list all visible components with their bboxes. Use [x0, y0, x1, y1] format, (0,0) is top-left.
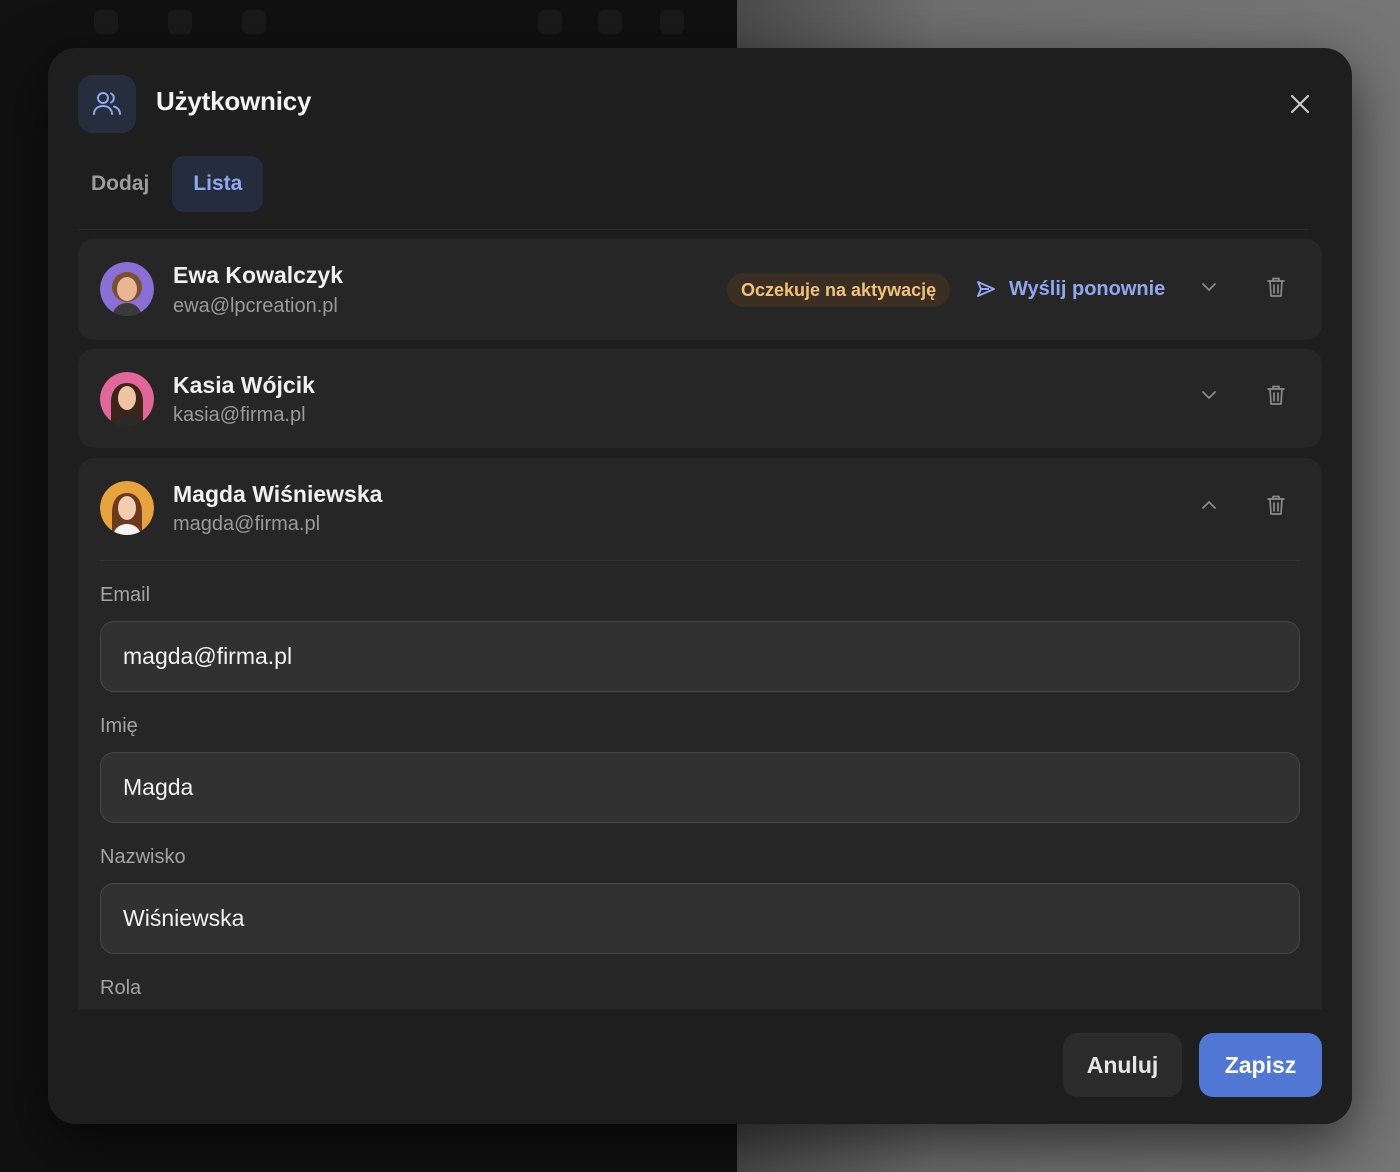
close-button[interactable]	[1282, 86, 1318, 122]
user-email: ewa@lpcreation.pl	[173, 295, 338, 317]
avatar	[100, 262, 154, 316]
first-name-label: Imię	[100, 715, 138, 737]
background-icon	[242, 10, 266, 34]
avatar	[100, 372, 154, 426]
chevron-down-icon	[1202, 283, 1216, 291]
tab-list[interactable]: Lista	[172, 156, 264, 212]
divider	[78, 229, 1308, 230]
dialog-footer: Anuluj Zapisz	[48, 1009, 1352, 1124]
email-field[interactable]	[100, 621, 1300, 692]
save-button[interactable]: Zapisz	[1199, 1033, 1322, 1097]
user-name: Kasia Wójcik	[173, 372, 315, 398]
send-icon	[977, 281, 995, 297]
trash-icon	[1267, 277, 1285, 297]
email-label: Email	[100, 584, 151, 606]
user-row-ewa[interactable]: Ewa Kowalczyk ewa@lpcreation.pl Oczekuje…	[78, 239, 1322, 340]
tab-bar: Dodaj Lista	[70, 156, 264, 212]
cancel-button[interactable]: Anuluj	[1063, 1033, 1182, 1097]
role-label: Rola	[100, 977, 142, 999]
trash-icon	[1267, 495, 1285, 515]
tab-add[interactable]: Dodaj	[70, 156, 170, 212]
chevron-up-icon	[1202, 501, 1216, 509]
background-icon	[168, 10, 192, 34]
expand-button[interactable]	[1194, 272, 1224, 302]
last-name-label: Nazwisko	[100, 846, 186, 868]
delete-user-button[interactable]	[1261, 490, 1291, 520]
background-icon	[538, 10, 562, 34]
users-dialog: Użytkownicy Dodaj Lista Ewa Kowalczyk ew…	[48, 48, 1352, 1124]
dialog-title: Użytkownicy	[156, 86, 312, 116]
background-icon	[94, 10, 118, 34]
user-name: Magda Wiśniewska	[173, 481, 383, 507]
delete-user-button[interactable]	[1261, 272, 1291, 302]
last-name-field[interactable]	[100, 883, 1300, 954]
users-icon	[78, 75, 136, 133]
resend-invite-button[interactable]: Wyślij ponownie	[975, 271, 1165, 307]
background-icon	[660, 10, 684, 34]
user-row-kasia[interactable]: Kasia Wójcik kasia@firma.pl	[78, 349, 1322, 448]
resend-label: Wyślij ponownie	[1009, 277, 1166, 300]
user-list[interactable]: Ewa Kowalczyk ewa@lpcreation.pl Oczekuje…	[78, 239, 1322, 1009]
divider	[100, 560, 1300, 561]
first-name-field[interactable]	[100, 752, 1300, 823]
avatar	[100, 481, 154, 535]
status-badge: Oczekuje na aktywację	[727, 273, 951, 307]
trash-icon	[1267, 385, 1285, 405]
expand-button[interactable]	[1194, 380, 1224, 410]
user-email: magda@firma.pl	[173, 513, 321, 535]
delete-user-button[interactable]	[1261, 380, 1291, 410]
user-name: Ewa Kowalczyk	[173, 262, 344, 288]
close-icon	[1290, 94, 1310, 114]
user-email: kasia@firma.pl	[173, 404, 306, 426]
collapse-button[interactable]	[1194, 490, 1224, 520]
background-icon	[598, 10, 622, 34]
chevron-down-icon	[1202, 391, 1216, 399]
user-row-magda[interactable]: Magda Wiśniewska magda@firma.pl Email Im…	[78, 458, 1322, 1009]
